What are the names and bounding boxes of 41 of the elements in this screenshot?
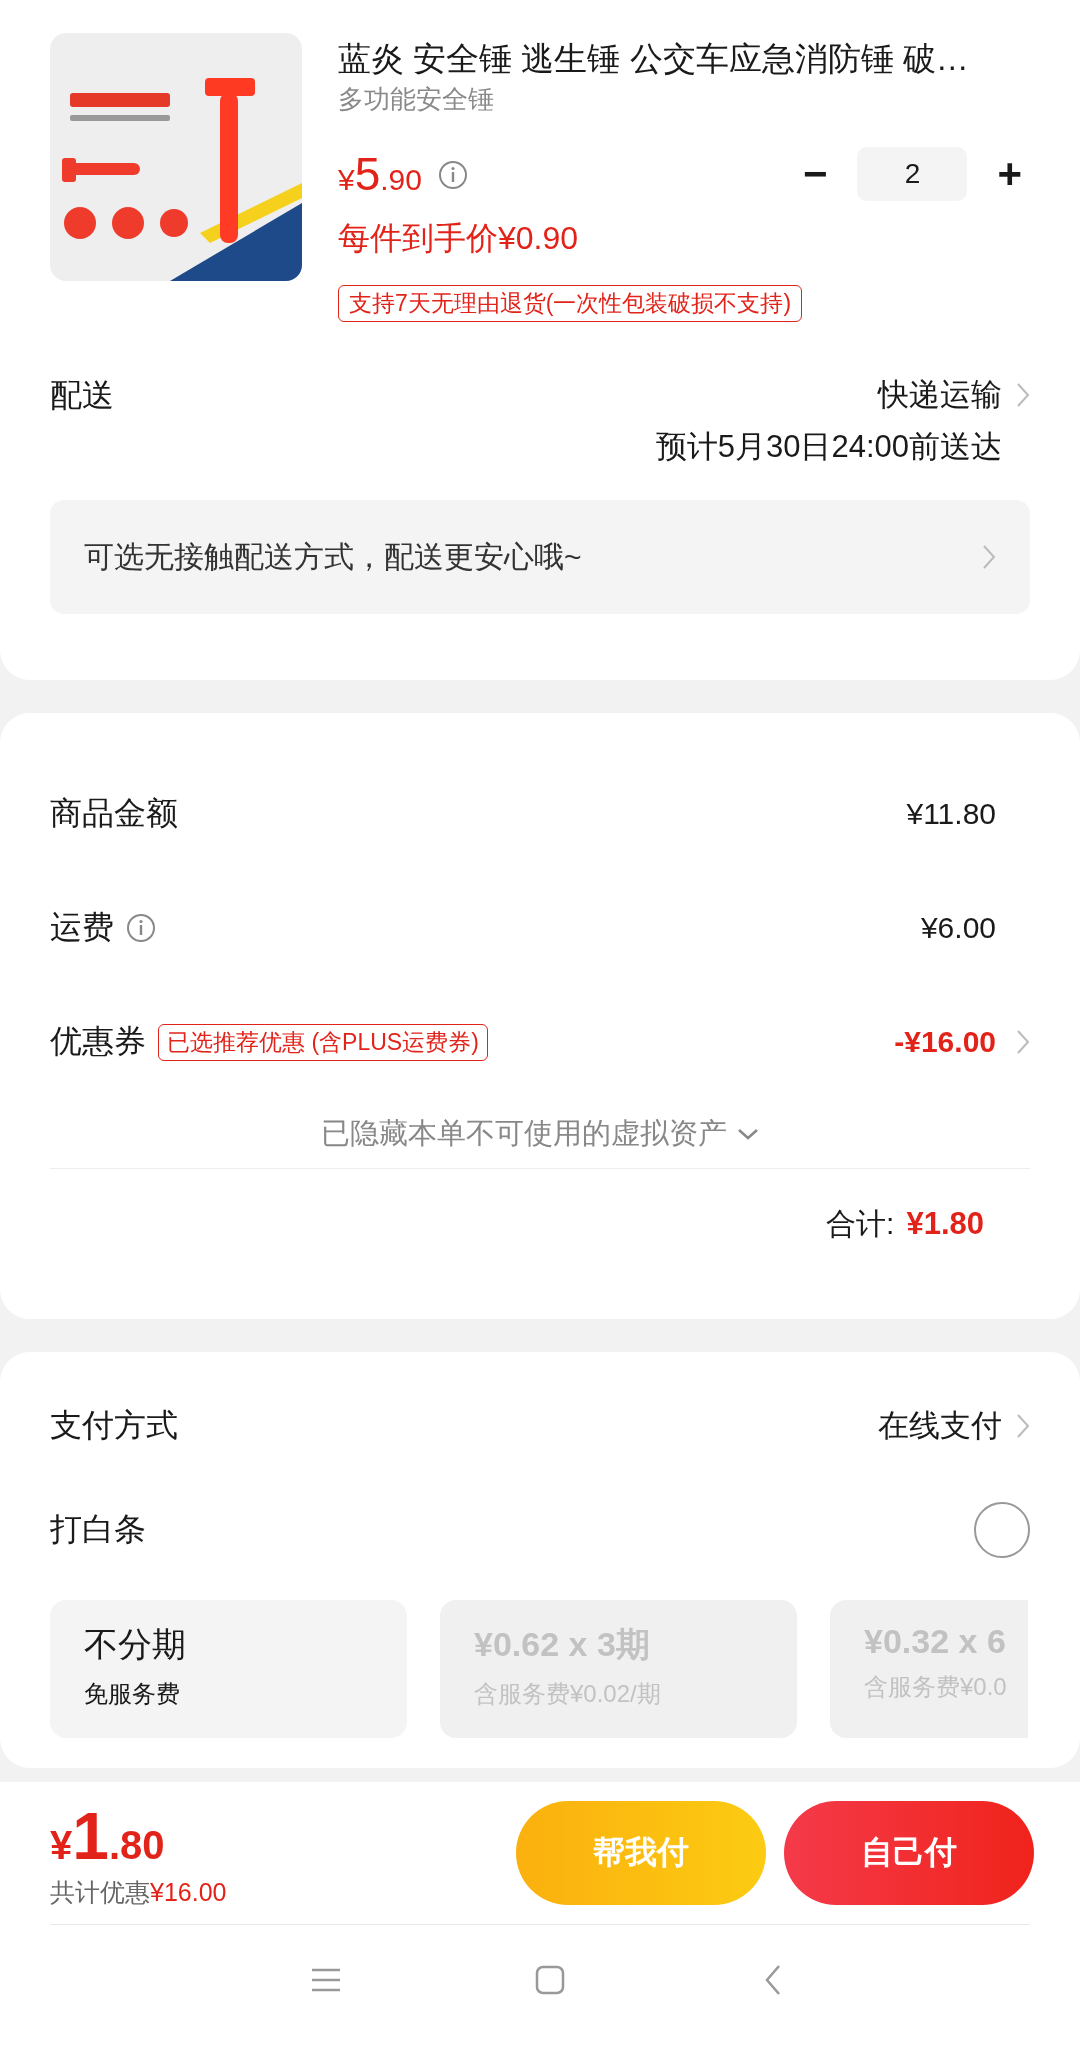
- baitiao-label: 打白条: [50, 1510, 146, 1549]
- quantity-field[interactable]: 2: [857, 147, 968, 201]
- radio-button[interactable]: [974, 1502, 1030, 1558]
- delivery-label: 配送: [50, 376, 114, 415]
- increase-button[interactable]: +: [989, 153, 1030, 195]
- chevron-right-icon: [1016, 1413, 1030, 1439]
- installment-title: 不分期: [84, 1624, 187, 1665]
- return-policy-tag: 支持7天无理由退货(一次性包装破损不支持): [338, 285, 803, 322]
- banner-text: 可选无接触配送方式，配送更安心哦~: [84, 538, 582, 575]
- product-price: ¥5.90: [338, 147, 422, 201]
- pay-button[interactable]: 自己付: [784, 1801, 1034, 1905]
- delivery-eta: 预计5月30日24:00前送达: [655, 428, 1002, 466]
- unit-price: 每件到手价¥0.90: [338, 219, 580, 258]
- payable-amount: ¥1.80: [50, 1797, 166, 1874]
- info-icon[interactable]: [438, 160, 468, 190]
- summary-amount: ¥6.00: [920, 911, 996, 945]
- hidden-assets-toggle[interactable]: 已隐藏本单不可使用的虚拟资产: [321, 1113, 727, 1154]
- total-label: 合计:: [826, 1205, 895, 1242]
- summary-label: 优惠券: [50, 1022, 146, 1061]
- chevron-right-icon: [1016, 1029, 1030, 1055]
- contactless-delivery-banner[interactable]: 可选无接触配送方式，配送更安心哦~: [50, 500, 1030, 614]
- chevron-right-icon: [1016, 382, 1030, 408]
- product-title: 蓝炎 安全锤 逃生锤 公交车应急消防锤 破…: [338, 39, 970, 79]
- chevron-down-icon: [737, 1127, 759, 1140]
- chevron-right-icon: [982, 544, 996, 570]
- summary-amount: ¥11.80: [906, 797, 996, 831]
- product-variant: 多功能安全锤: [338, 83, 495, 116]
- info-icon[interactable]: [126, 913, 156, 943]
- total-savings: 共计优惠¥16.00: [50, 1876, 227, 1908]
- summary-label: 商品金额: [50, 794, 178, 833]
- payment-method[interactable]: 在线支付: [878, 1405, 1002, 1447]
- installment-fee: 免服务费: [84, 1679, 181, 1709]
- home-icon[interactable]: [533, 1963, 567, 1997]
- delivery-method[interactable]: 快递运输: [878, 374, 1002, 416]
- total-amount: ¥1.80: [906, 1206, 984, 1242]
- summary-label: 运费: [50, 908, 114, 947]
- summary-amount: -¥16.00: [894, 1025, 996, 1059]
- coupon-tag: 已选推荐优惠 (含PLUS运费券): [158, 1023, 488, 1061]
- installment-option[interactable]: 不分期 免服务费: [50, 1600, 407, 1738]
- decrease-button[interactable]: −: [794, 153, 836, 195]
- payment-label: 支付方式: [50, 1406, 178, 1445]
